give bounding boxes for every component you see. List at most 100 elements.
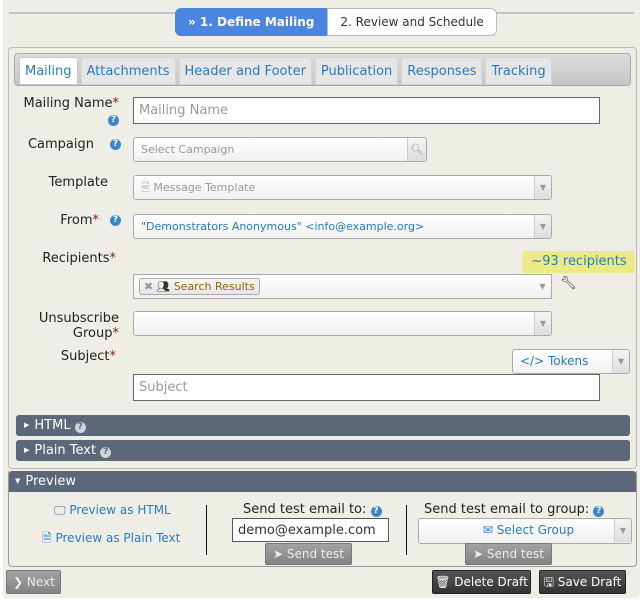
recipient-chip: ✖ 👥︎ Search Results <box>139 278 260 295</box>
chevron-down-icon: ▼ <box>534 312 551 335</box>
plain-text-section-toggle[interactable]: ▶ Plain Text ? <box>16 440 630 461</box>
send-test-group-button[interactable]: ➤ Send test <box>465 543 552 565</box>
mailing-page: » 1. Define Mailing 2. Review and Schedu… <box>3 0 640 598</box>
campaign-placeholder: Select Campaign <box>141 143 235 156</box>
recipients-select[interactable]: ✖ 👥︎ Search Results ▼ <box>133 274 552 299</box>
trash-icon: 🗑︎ <box>435 575 451 589</box>
wizard-step-review-schedule[interactable]: 2. Review and Schedule <box>327 8 497 36</box>
subject-input[interactable] <box>133 374 600 401</box>
preview-html-link[interactable]: 🖵︎ Preview as HTML <box>54 503 171 518</box>
tab-attachments[interactable]: Attachments <box>80 57 176 85</box>
wrench-icon[interactable]: 🔧︎ <box>560 276 577 291</box>
help-icon[interactable]: ? <box>74 422 86 433</box>
campaign-label: Campaign <box>27 137 94 152</box>
divider <box>406 505 407 555</box>
from-label-text: From <box>60 213 93 228</box>
subject-label-text: Subject <box>60 349 110 364</box>
search-icon[interactable]: 🔍︎ <box>407 138 426 161</box>
from-label: From* <box>19 213 99 228</box>
unsubscribe-label-line2: Group <box>72 326 113 341</box>
delete-draft-label: Delete Draft <box>454 575 528 589</box>
mailing-name-label-text: Mailing Name <box>23 96 113 111</box>
wizard-step-define-mailing[interactable]: » 1. Define Mailing <box>175 8 328 36</box>
wizard-steps: » 1. Define Mailing 2. Review and Schedu… <box>175 8 497 36</box>
mailing-name-input[interactable] <box>133 97 600 124</box>
caret-right-icon: ▶ <box>24 421 30 429</box>
tab-bar: Mailing Attachments Header and Footer Pu… <box>14 53 631 86</box>
test-email-input[interactable] <box>232 518 389 542</box>
recipients-label-text: Recipients <box>42 251 110 266</box>
preview-plain-text-link[interactable]: 🗎︎ Preview as Plain Text <box>42 529 180 550</box>
template-select[interactable]: 🗎︎ Message Template ▼ <box>133 175 552 200</box>
tokens-dropdown[interactable]: </> Tokens ▼ <box>512 349 630 374</box>
monitor-icon: 🖵︎ <box>54 503 66 517</box>
mailing-panel: Mailing Attachments Header and Footer Pu… <box>8 47 637 469</box>
send-test-button[interactable]: ➤ Send test <box>265 543 352 565</box>
campaign-help-icon[interactable]: ? <box>110 139 121 150</box>
campaign-select[interactable]: Select Campaign 🔍︎ <box>133 137 427 162</box>
preview-title: Preview <box>25 474 76 489</box>
chevron-down-icon: ▼ <box>534 215 551 238</box>
preview-section-toggle[interactable]: ▼ Preview <box>9 471 636 492</box>
paper-plane-icon: ➤ <box>273 547 284 561</box>
mailing-name-label: Mailing Name* ? <box>19 96 119 126</box>
send-test-group-label: Send test email to group: ? <box>424 502 605 517</box>
html-section-title: HTML <box>34 418 71 433</box>
from-help-icon[interactable]: ? <box>110 215 121 226</box>
send-test-email-label: Send test email to: ? <box>243 502 382 517</box>
caret-right-icon: ▶ <box>24 446 30 454</box>
required-mark: * <box>109 251 117 266</box>
plain-text-section-title: Plain Text <box>34 443 97 458</box>
save-draft-button[interactable]: 🖫︎ Save Draft <box>539 570 626 594</box>
template-label: Template <box>48 175 108 190</box>
file-text-icon: 🗎︎ <box>42 531 52 545</box>
help-icon[interactable]: ? <box>100 447 112 458</box>
next-label: Next <box>26 575 55 589</box>
chevron-down-icon: ▼ <box>614 519 631 542</box>
tab-tracking[interactable]: Tracking <box>485 57 552 85</box>
required-mark: * <box>92 213 100 228</box>
chevron-down-icon: ▼ <box>534 176 551 199</box>
divider <box>206 505 207 555</box>
tab-header-footer[interactable]: Header and Footer <box>178 57 312 85</box>
help-icon[interactable]: ? <box>593 506 605 517</box>
recipient-chip-label: Search Results <box>173 280 255 293</box>
remove-chip-icon[interactable]: ✖ <box>144 280 153 293</box>
template-icon: 🗎︎ <box>141 181 150 194</box>
tab-publication[interactable]: Publication <box>314 57 399 85</box>
save-draft-label: Save Draft <box>557 575 622 589</box>
send-group-label-text: Send test email to group: <box>424 502 590 517</box>
html-section-toggle[interactable]: ▶ HTML ? <box>16 415 630 436</box>
group-icon: 👥︎ <box>156 280 171 293</box>
tab-responses[interactable]: Responses <box>401 57 483 85</box>
unsubscribe-group-select[interactable]: ▼ <box>133 311 552 336</box>
recipient-count-badge: ~93 recipients <box>523 251 635 273</box>
send-test-label: Send test <box>286 547 344 561</box>
delete-draft-button[interactable]: 🗑︎ Delete Draft <box>432 570 531 594</box>
tokens-label: Tokens <box>547 354 589 368</box>
subject-label: Subject* <box>19 349 116 364</box>
envelope-icon: ✉ <box>482 523 493 537</box>
recipients-label: Recipients* <box>19 251 116 266</box>
chevron-right-icon: ❯ <box>13 575 24 589</box>
send-test-group-label: Send test <box>486 547 544 561</box>
floppy-disk-icon: 🖫︎ <box>543 575 554 589</box>
required-mark: * <box>112 96 120 111</box>
unsubscribe-label-line1: Unsubscribe <box>38 311 119 326</box>
from-select[interactable]: "Demonstrators Anonymous" <info@example.… <box>133 214 552 239</box>
from-value: "Demonstrators Anonymous" <info@example.… <box>141 220 425 233</box>
preview-html-label: Preview as HTML <box>69 503 171 517</box>
required-mark: * <box>109 349 117 364</box>
help-icon[interactable]: ? <box>108 115 119 126</box>
select-group-label: Select Group <box>496 523 575 537</box>
send-to-label-text: Send test email to: <box>243 502 367 517</box>
next-button[interactable]: ❯ Next <box>6 570 61 594</box>
help-icon[interactable]: ? <box>370 506 382 517</box>
select-group-dropdown[interactable]: ✉ Select Group ▼ <box>418 518 632 544</box>
chevron-down-icon: ▼ <box>612 350 629 373</box>
unsubscribe-group-label: Unsubscribe Group* <box>19 311 119 341</box>
chevron-down-icon: ▼ <box>539 282 546 291</box>
tab-mailing[interactable]: Mailing <box>19 57 78 85</box>
paper-plane-icon: ➤ <box>473 547 484 561</box>
code-icon: </> <box>520 354 545 368</box>
